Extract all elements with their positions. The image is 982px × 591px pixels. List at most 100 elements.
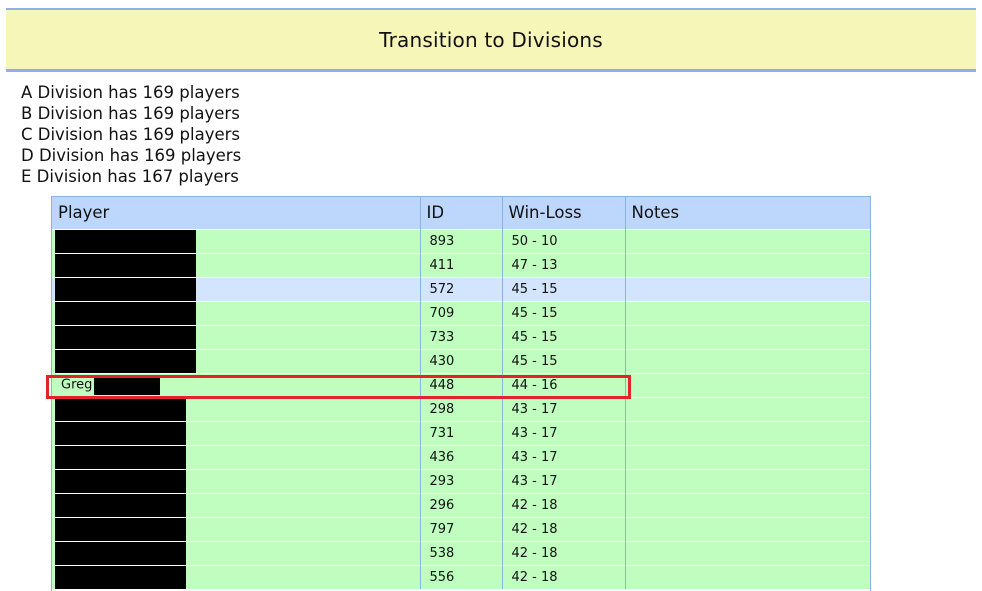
- redaction-block: [55, 254, 196, 277]
- table-row[interactable]: 572 45 - 15: [52, 276, 870, 301]
- column-header-player[interactable]: Player: [52, 197, 421, 229]
- win-loss-cell: 43 - 17: [502, 396, 626, 421]
- notes-cell: [625, 276, 870, 301]
- player-cell: [52, 348, 421, 373]
- division-e-count: E Division has 167 players: [21, 167, 239, 186]
- division-summary: A Division has 169 players B Division ha…: [21, 82, 241, 187]
- notes-cell: [625, 372, 870, 397]
- notes-cell: [625, 228, 870, 253]
- player-cell: [52, 396, 421, 421]
- player-cell: [52, 540, 421, 565]
- notes-cell: [625, 300, 870, 325]
- win-loss-cell: 42 - 18: [502, 492, 626, 517]
- win-loss-cell: 43 - 17: [502, 468, 626, 493]
- notes-cell: [625, 420, 870, 445]
- player-id-cell: 436: [420, 444, 503, 469]
- division-d-count: D Division has 169 players: [21, 146, 242, 165]
- player-name: Greg: [61, 377, 93, 393]
- player-cell: [52, 420, 421, 445]
- table-row[interactable]: 293 43 - 17: [52, 468, 870, 493]
- redaction-block: [55, 542, 186, 565]
- player-id-cell: 556: [420, 564, 503, 589]
- redaction-block: [55, 518, 186, 541]
- redaction-block: [55, 422, 186, 445]
- player-cell: [52, 300, 421, 325]
- notes-cell: [625, 444, 870, 469]
- redaction-block: [55, 350, 196, 373]
- page-title: Transition to Divisions: [379, 27, 603, 52]
- player-cell: [52, 492, 421, 517]
- notes-cell: [625, 252, 870, 277]
- win-loss-cell: 44 - 16: [502, 372, 626, 397]
- notes-cell: [625, 492, 870, 517]
- win-loss-cell: 43 - 17: [502, 444, 626, 469]
- player-id-cell: 430: [420, 348, 503, 373]
- player-cell: [52, 516, 421, 541]
- win-loss-cell: 45 - 15: [502, 324, 626, 349]
- player-id-cell: 731: [420, 420, 503, 445]
- page-banner: Transition to Divisions: [6, 8, 976, 72]
- table-row[interactable]: 430 45 - 15: [52, 348, 870, 373]
- table-row[interactable]: 556 42 - 18: [52, 564, 870, 589]
- redaction-block: [55, 230, 196, 253]
- column-header-notes[interactable]: Notes: [625, 197, 870, 229]
- player-cell: [52, 252, 421, 277]
- table-row[interactable]: 797 42 - 18: [52, 516, 870, 541]
- win-loss-cell: 42 - 18: [502, 564, 626, 589]
- win-loss-cell: 42 - 18: [502, 516, 626, 541]
- redaction-block: [55, 302, 196, 325]
- notes-cell: [625, 396, 870, 421]
- table-row[interactable]: 411 47 - 13: [52, 252, 870, 277]
- player-cell: [52, 324, 421, 349]
- player-cell: [52, 276, 421, 301]
- player-id-cell: 298: [420, 396, 503, 421]
- redaction-block: [55, 278, 196, 301]
- win-loss-cell: 43 - 17: [502, 420, 626, 445]
- table-row[interactable]: 893 50 - 10: [52, 228, 870, 253]
- notes-cell: [625, 348, 870, 373]
- win-loss-cell: 45 - 15: [502, 348, 626, 373]
- win-loss-cell: 45 - 15: [502, 276, 626, 301]
- player-cell: [52, 468, 421, 493]
- table-row[interactable]: 436 43 - 17: [52, 444, 870, 469]
- win-loss-cell: 47 - 13: [502, 252, 626, 277]
- player-id-cell: 709: [420, 300, 503, 325]
- player-id-cell: 893: [420, 228, 503, 253]
- players-table: Player ID Win-Loss Notes 893 50 - 10 411 47…: [52, 197, 870, 589]
- table-row[interactable]: 538 42 - 18: [52, 540, 870, 565]
- player-cell: [52, 228, 421, 253]
- notes-cell: [625, 564, 870, 589]
- player-cell: [52, 444, 421, 469]
- player-id-cell: 448: [420, 372, 503, 397]
- notes-cell: [625, 540, 870, 565]
- redaction-block: [55, 446, 186, 469]
- redaction-block: [55, 566, 186, 589]
- table-row[interactable]: 298 43 - 17: [52, 396, 870, 421]
- redaction-block: [55, 398, 186, 421]
- table-header-row: Player ID Win-Loss Notes: [52, 197, 870, 229]
- table-row[interactable]: 296 42 - 18: [52, 492, 870, 517]
- redaction-block: [55, 326, 196, 349]
- player-id-cell: 296: [420, 492, 503, 517]
- player-id-cell: 733: [420, 324, 503, 349]
- notes-cell: [625, 468, 870, 493]
- player-id-cell: 797: [420, 516, 503, 541]
- players-table-container: Player ID Win-Loss Notes 893 50 - 10 411 47…: [51, 196, 871, 591]
- win-loss-cell: 45 - 15: [502, 300, 626, 325]
- table-row[interactable]: 733 45 - 15: [52, 324, 870, 349]
- redaction-block: [55, 494, 186, 517]
- table-row[interactable]: 731 43 - 17: [52, 420, 870, 445]
- division-a-count: A Division has 169 players: [21, 83, 240, 102]
- column-header-win-loss[interactable]: Win-Loss: [502, 197, 626, 229]
- player-cell: Greg: [52, 372, 421, 397]
- player-id-cell: 293: [420, 468, 503, 493]
- player-id-cell: 411: [420, 252, 503, 277]
- table-row[interactable]: Greg 448 44 - 16: [52, 372, 870, 397]
- player-id-cell: 572: [420, 276, 503, 301]
- division-c-count: C Division has 169 players: [21, 125, 240, 144]
- win-loss-cell: 50 - 10: [502, 228, 626, 253]
- division-b-count: B Division has 169 players: [21, 104, 240, 123]
- column-header-id[interactable]: ID: [420, 197, 503, 229]
- table-row[interactable]: 709 45 - 15: [52, 300, 870, 325]
- notes-cell: [625, 516, 870, 541]
